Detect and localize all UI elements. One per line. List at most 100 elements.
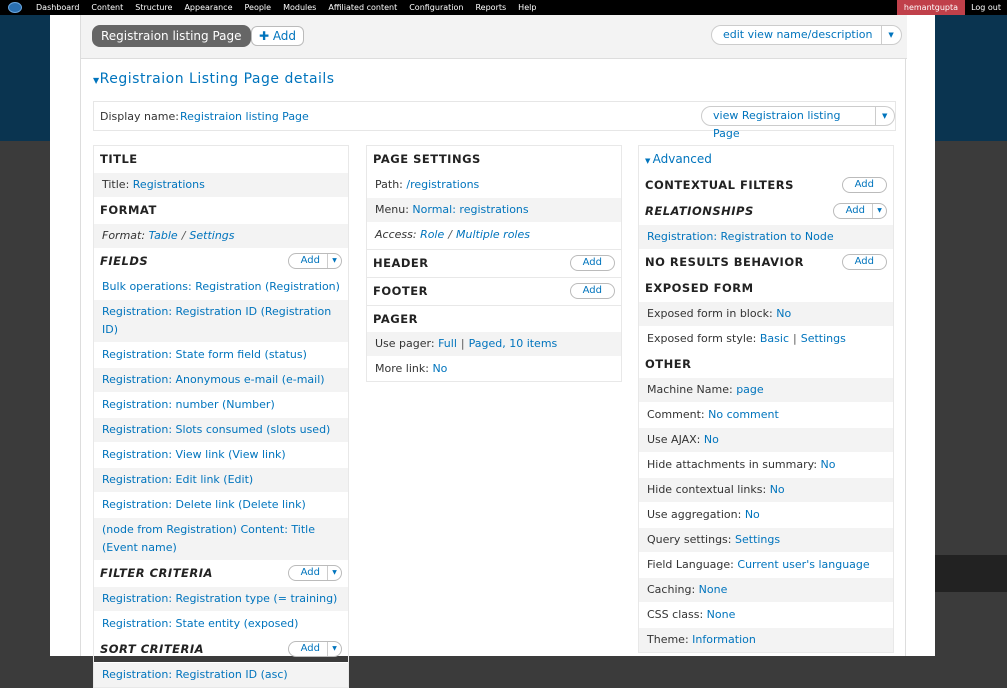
title-link[interactable]: Registrations xyxy=(133,178,205,191)
user-link[interactable]: hemantgupta xyxy=(896,0,966,15)
other-value-link[interactable]: No xyxy=(704,433,719,446)
home-icon[interactable] xyxy=(8,2,22,13)
filter-item[interactable]: Registration: State entity (exposed) xyxy=(94,611,348,636)
display-tab-page[interactable]: Registraion listing Page xyxy=(92,25,251,47)
advanced-toggle[interactable]: ▼ Advanced xyxy=(639,146,893,172)
other-value-link[interactable]: page xyxy=(736,383,763,396)
more-link-value[interactable]: No xyxy=(432,362,447,375)
admin-toolbar: Dashboard Content Structure Appearance P… xyxy=(0,0,1007,15)
filter-link[interactable]: Registration: State entity (exposed) xyxy=(102,617,298,630)
chevron-down-icon[interactable]: ▼ xyxy=(327,566,341,580)
add-contextual-filter-button[interactable]: Add xyxy=(841,177,887,193)
chevron-down-icon[interactable]: ▼ xyxy=(872,204,886,218)
field-link[interactable]: Registration: Registration ID (Registrat… xyxy=(102,305,331,336)
pager-settings-link[interactable]: Paged, 10 items xyxy=(469,337,558,350)
field-link[interactable]: Registration: Edit link (Edit) xyxy=(102,473,253,486)
toolbar-item-people[interactable]: People xyxy=(239,0,278,15)
field-link[interactable]: Registration: Anonymous e-mail (e-mail) xyxy=(102,373,325,386)
field-item[interactable]: Registration: View link (View link) xyxy=(94,442,348,467)
no-results-header: NO RESULTS BEHAVIOR Add xyxy=(639,249,893,275)
other-value-link[interactable]: Current user's language xyxy=(737,558,869,571)
exposed-form-header: EXPOSED FORM xyxy=(645,281,754,295)
add-filter-button[interactable]: Add ▼ xyxy=(287,565,342,581)
field-link[interactable]: Registration: State form field (status) xyxy=(102,348,307,361)
field-item[interactable]: Registration: Slots consumed (slots used… xyxy=(94,417,348,442)
field-link[interactable]: Bulk operations: Registration (Registrat… xyxy=(102,280,340,293)
add-header-button[interactable]: Add xyxy=(569,255,615,271)
add-footer-button[interactable]: Add xyxy=(569,283,615,299)
add-sort-button[interactable]: Add ▼ xyxy=(287,641,342,657)
logout-link[interactable]: Log out xyxy=(965,0,1007,15)
chevron-down-icon[interactable]: ▼ xyxy=(880,26,901,44)
other-row: Comment: No comment xyxy=(639,402,893,427)
field-item[interactable]: Registration: Edit link (Edit) xyxy=(94,467,348,492)
view-page-button[interactable]: view Registraion listing Page ▼ xyxy=(701,106,895,140)
sort-item[interactable]: Registration: Registration ID (asc) xyxy=(94,662,348,687)
other-value-link[interactable]: Information xyxy=(692,633,756,646)
exposed-style-link[interactable]: Basic xyxy=(760,332,789,345)
filter-criteria-label: FILTER CRITERIA xyxy=(100,566,213,580)
other-value-link[interactable]: None xyxy=(707,608,736,621)
field-item[interactable]: Registration: number (Number) xyxy=(94,392,348,417)
field-item[interactable]: Registration: Anonymous e-mail (e-mail) xyxy=(94,367,348,392)
toolbar-item-structure[interactable]: Structure xyxy=(129,0,178,15)
chevron-down-icon[interactable]: ▼ xyxy=(327,642,341,656)
other-row: Use aggregation: No xyxy=(639,502,893,527)
relationship-item[interactable]: Registration: Registration to Node xyxy=(639,224,893,249)
add-field-button[interactable]: Add ▼ xyxy=(287,253,342,269)
edit-view-name-label: edit view name/description xyxy=(723,28,873,41)
toolbar-item-reports[interactable]: Reports xyxy=(469,0,512,15)
add-no-results-button[interactable]: Add xyxy=(841,254,887,270)
pager-section-header: PAGER xyxy=(367,305,621,331)
other-value-link[interactable]: No xyxy=(770,483,785,496)
chevron-down-icon[interactable]: ▼ xyxy=(327,254,341,268)
edit-view-name-button[interactable]: edit view name/description ▼ xyxy=(711,25,902,45)
footer-section-header: FOOTER Add xyxy=(367,277,621,303)
toolbar-item-modules[interactable]: Modules xyxy=(277,0,322,15)
access-settings-link[interactable]: Multiple roles xyxy=(456,228,530,241)
toolbar-item-dashboard[interactable]: Dashboard xyxy=(30,0,85,15)
exposed-style-settings-link[interactable]: Settings xyxy=(801,332,846,345)
other-label: Use AJAX: xyxy=(647,433,701,446)
field-item[interactable]: Registration: State form field (status) xyxy=(94,342,348,367)
other-value-link[interactable]: Settings xyxy=(735,533,780,546)
exposed-block-link[interactable]: No xyxy=(776,307,791,320)
access-link[interactable]: Role xyxy=(420,228,444,241)
view-page-label: view Registraion listing Page xyxy=(713,109,841,140)
display-name-link[interactable]: Registraion listing Page xyxy=(180,110,309,123)
menu-link[interactable]: Normal: registrations xyxy=(412,203,528,216)
filter-link[interactable]: Registration: Registration type (= train… xyxy=(102,592,337,605)
path-link[interactable]: /registrations xyxy=(406,178,479,191)
details-toggle[interactable]: ▼Registraion Listing Page details xyxy=(93,71,335,87)
toolbar-item-content[interactable]: Content xyxy=(85,0,129,15)
toolbar-item-affiliated-content[interactable]: Affiliated content xyxy=(322,0,403,15)
use-pager-link[interactable]: Full xyxy=(438,337,457,350)
field-item[interactable]: Registration: Registration ID (Registrat… xyxy=(94,299,348,342)
path-label: Path: xyxy=(375,178,403,191)
field-item[interactable]: (node from Registration) Content: Title … xyxy=(94,517,348,560)
field-item[interactable]: Bulk operations: Registration (Registrat… xyxy=(94,274,348,299)
field-link[interactable]: Registration: View link (View link) xyxy=(102,448,286,461)
field-item[interactable]: Registration: Delete link (Delete link) xyxy=(94,492,348,517)
chevron-down-icon[interactable]: ▼ xyxy=(874,107,895,125)
toolbar-item-configuration[interactable]: Configuration xyxy=(403,0,469,15)
field-link[interactable]: Registration: Slots consumed (slots used… xyxy=(102,423,330,436)
left-column: TITLE Title: Registrations FORMAT Format… xyxy=(93,145,349,688)
other-value-link[interactable]: No comment xyxy=(708,408,779,421)
toolbar-item-help[interactable]: Help xyxy=(512,0,542,15)
format-link[interactable]: Table xyxy=(149,229,178,242)
field-link[interactable]: (node from Registration) Content: Title … xyxy=(102,523,315,554)
toolbar-item-appearance[interactable]: Appearance xyxy=(178,0,238,15)
add-relationship-button[interactable]: Add ▼ xyxy=(832,203,887,219)
format-settings-link[interactable]: Settings xyxy=(189,229,234,242)
other-value-link[interactable]: None xyxy=(699,583,728,596)
other-value-link[interactable]: No xyxy=(821,458,836,471)
field-link[interactable]: Registration: Delete link (Delete link) xyxy=(102,498,306,511)
other-value-link[interactable]: No xyxy=(745,508,760,521)
sort-link[interactable]: Registration: Registration ID (asc) xyxy=(102,668,288,681)
other-row: Caching: None xyxy=(639,577,893,602)
field-link[interactable]: Registration: number (Number) xyxy=(102,398,275,411)
filter-item[interactable]: Registration: Registration type (= train… xyxy=(94,586,348,611)
add-display-button[interactable]: ✚ Add xyxy=(251,26,304,46)
relationship-link[interactable]: Registration: Registration to Node xyxy=(647,230,834,243)
